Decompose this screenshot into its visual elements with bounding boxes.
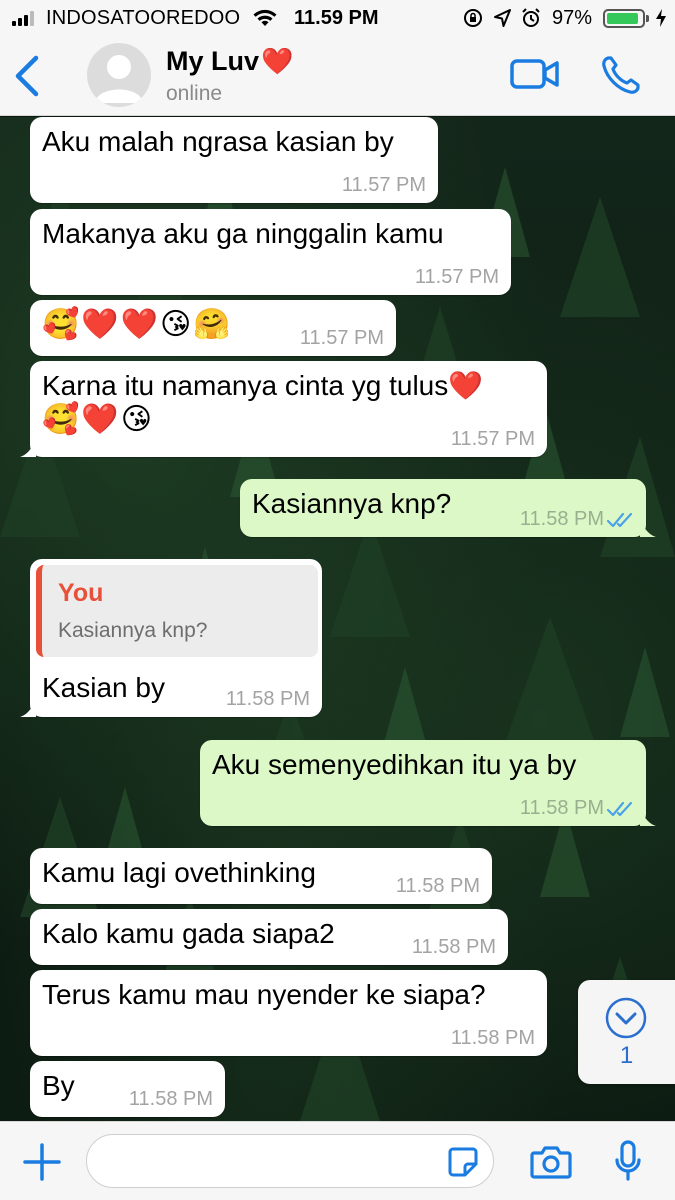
status-icons [463,8,541,28]
quote-author: You [58,579,104,607]
location-icon [494,9,511,27]
sticker-icon [448,1147,478,1177]
double-check-icon [606,801,633,816]
message-meta: 11.58 PM [520,797,634,820]
message-text: Kasian by [42,672,165,703]
bubble-tail [640,810,656,826]
message-text: Terus kamu mau nyender ke siapa? [42,979,486,1010]
message-meta: 11.58 PM [129,1088,213,1111]
message-time: 11.57 PM [414,266,499,288]
bubble-tail [20,701,36,717]
avatar[interactable] [87,43,151,107]
back-button[interactable] [12,54,42,98]
camera-icon [530,1146,572,1179]
default-avatar-icon [95,55,143,103]
contact-name[interactable]: My Luv ❤️ [166,46,293,77]
contact-status: online [166,82,223,105]
message-time: 11.58 PM [225,688,310,710]
alarm-icon [522,8,540,27]
incoming-message[interactable]: Kalo kamu gada siapa2 11.58 PM [30,909,508,965]
message-time: 11.57 PM [299,327,384,349]
message-time: 11.58 PM [519,797,604,819]
incoming-message[interactable]: You Kasiannya knp? Kasian by 11.58 PM [20,559,322,717]
attach-button[interactable] [22,1142,62,1187]
incoming-message[interactable]: By 11.58 PM [30,1061,225,1117]
chevron-left-icon [15,55,39,97]
video-camera-icon [510,59,559,89]
message-text: Karna itu namanya cinta yg tulus❤️ [42,370,484,401]
microphone-icon [615,1140,641,1181]
carrier-name: INDOSATOOREDOO [46,7,241,29]
chat-area[interactable]: Aku malah ngrasa kasian by 11.57 PM Makany… [0,117,675,1121]
message-time: 11.58 PM [395,875,480,897]
quote-text: Kasiannya knp? [58,619,208,642]
message-time: 11.57 PM [450,428,535,450]
outgoing-message[interactable]: Kasiannya knp? 11.58 PM [240,479,656,537]
message-time: 11.58 PM [450,1027,535,1049]
sticker-button[interactable] [447,1146,479,1183]
message-meta: 11.58 PM [226,688,310,711]
message-input[interactable] [86,1134,494,1188]
message-text: Makanya aku ga ninggalin kamu [42,218,444,249]
message-meta: 11.58 PM [412,936,496,959]
incoming-message[interactable]: Karna itu namanya cinta yg tulus❤️ 🥰❤️😘 11… [20,361,547,457]
status-bar: INDOSATOOREDOO 11.59 PM 97% [0,0,675,36]
wifi-icon [252,8,278,34]
chevron-down-circle-icon [605,997,647,1039]
incoming-message[interactable]: Kamu lagi ovethinking 11.58 PM [30,848,492,904]
quoted-reply[interactable]: You Kasiannya knp? [36,565,318,657]
unread-count: 1 [619,1042,634,1069]
scroll-to-bottom-button[interactable]: 1 [578,980,675,1084]
message-text: Aku malah ngrasa kasian by [42,126,394,157]
message-time: 11.58 PM [128,1088,213,1110]
signal-strength-icon [12,10,34,26]
message-meta: 11.57 PM [342,174,426,197]
incoming-message[interactable]: Terus kamu mau nyender ke siapa? 11.58 PM [30,970,547,1056]
bubble-tail [20,441,36,457]
message-time: 11.57 PM [341,174,426,196]
double-check-icon [606,512,633,527]
voice-call-button[interactable] [600,54,642,101]
message-meta: 11.58 PM [520,508,634,531]
bubble-tail [640,521,656,537]
camera-button[interactable] [530,1144,572,1185]
message-meta: 11.58 PM [451,1027,535,1050]
message-meta: 11.58 PM [396,875,480,898]
incoming-message[interactable]: Makanya aku ga ninggalin kamu 11.57 PM [30,209,511,295]
outgoing-message[interactable]: Aku semenyedihkan itu ya by 11.58 PM [200,740,656,826]
message-input-bar [0,1121,675,1200]
plus-icon [23,1143,61,1181]
message-time: 11.58 PM [411,936,496,958]
incoming-message[interactable]: 🥰❤️❤️😘🤗 11.57 PM [30,300,396,356]
message-meta: 11.57 PM [451,428,535,451]
battery-percent: 97% [552,7,593,29]
phone-icon [602,56,640,94]
message-text: Aku semenyedihkan itu ya by [212,749,577,780]
message-meta: 11.57 PM [300,327,384,350]
charging-icon [655,8,667,34]
heart-emoji: ❤️ [261,46,294,76]
battery-icon [603,9,645,28]
video-call-button[interactable] [510,58,560,95]
battery-tip [646,15,649,22]
message-time: 11.58 PM [519,508,604,530]
clock-time: 11.59 PM [294,7,379,29]
incoming-message[interactable]: Aku malah ngrasa kasian by 11.57 PM [30,117,438,203]
microphone-button[interactable] [614,1140,642,1187]
rotation-lock-icon [464,9,482,27]
message-meta: 11.57 PM [415,266,499,289]
chat-header: My Luv ❤️ online [0,36,675,116]
